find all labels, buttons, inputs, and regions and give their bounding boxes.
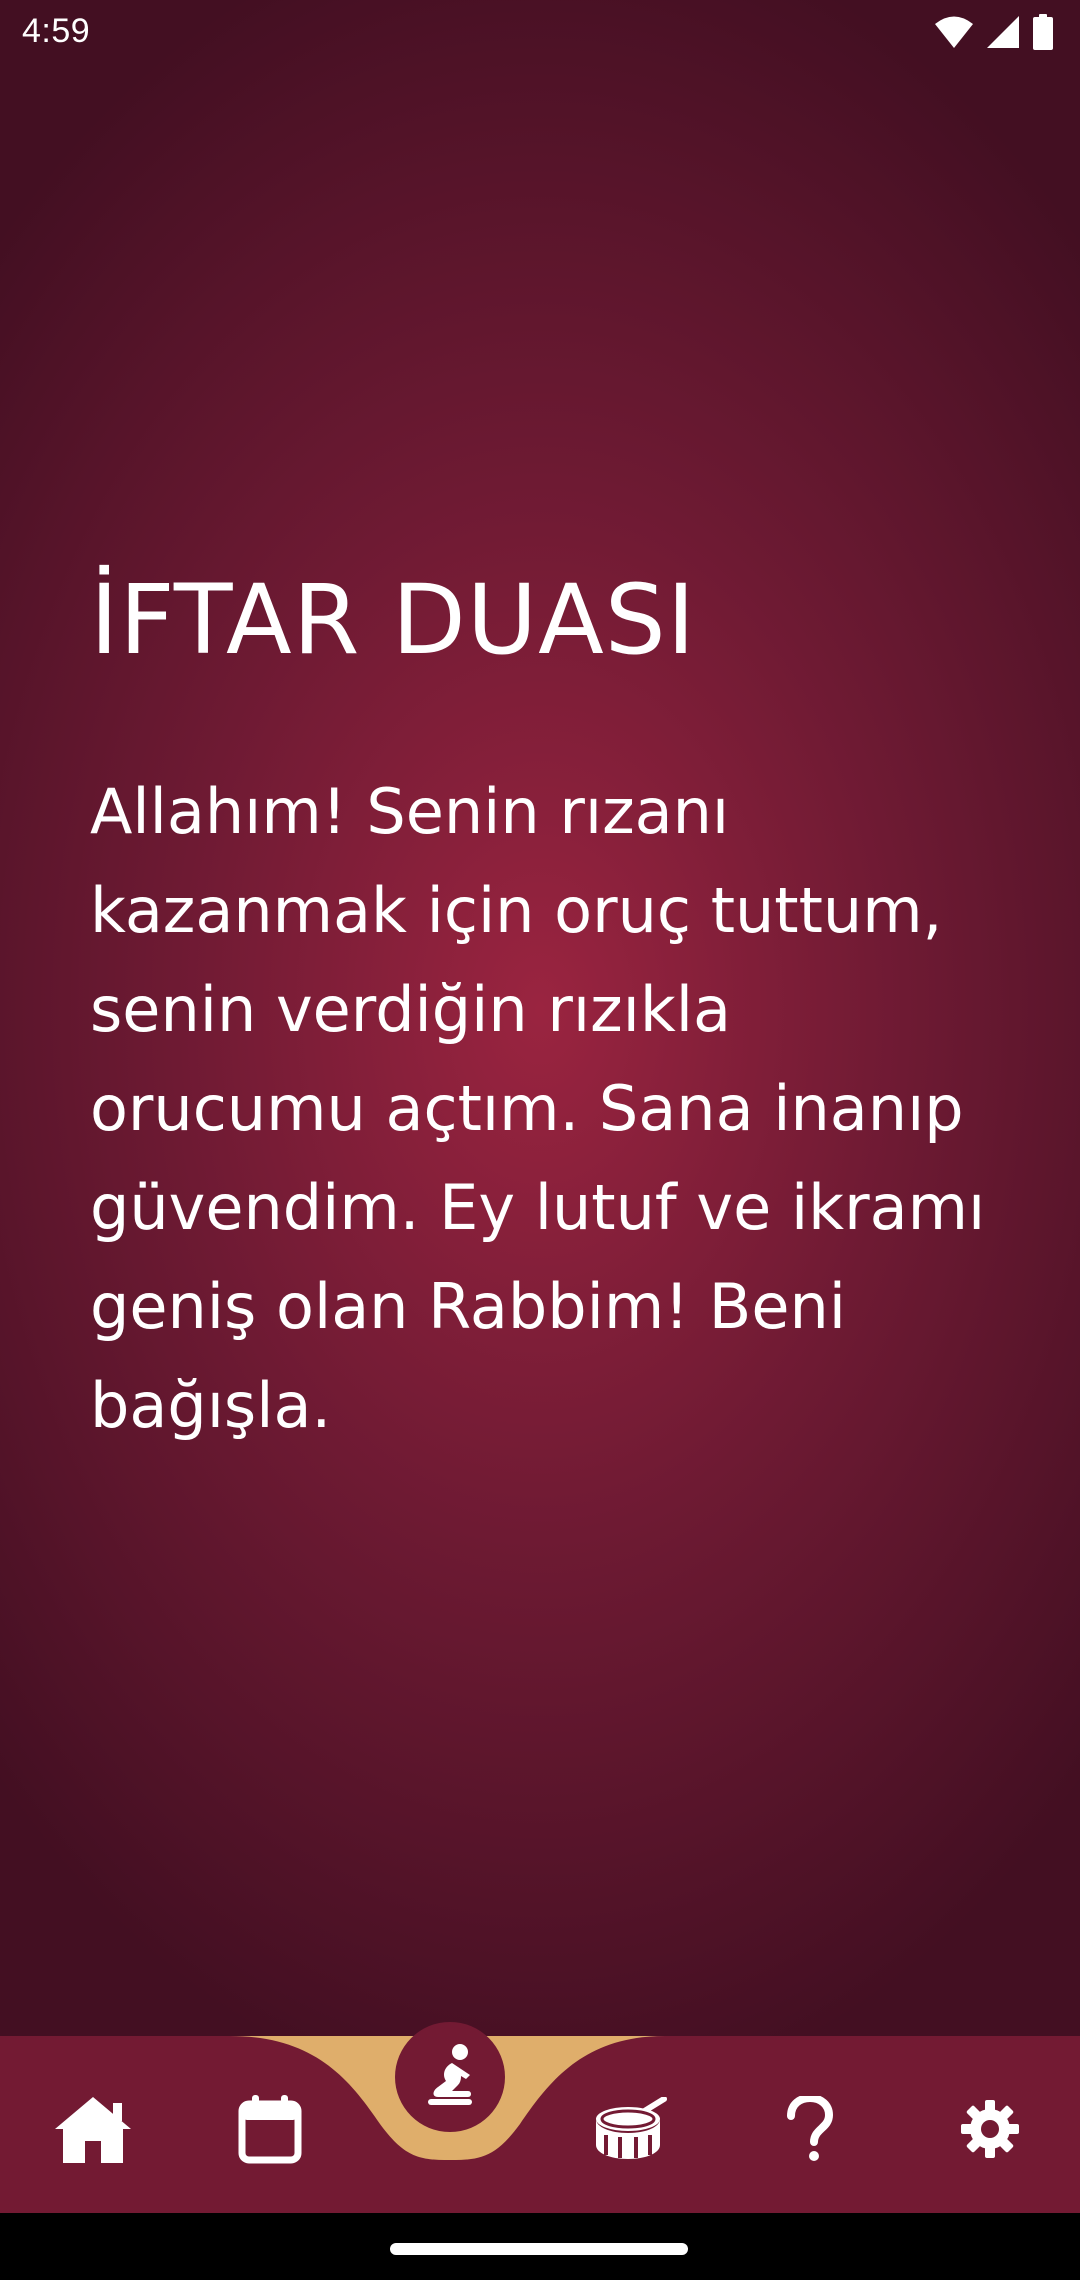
bottom-navigation — [0, 2022, 1080, 2213]
prayer-content: İFTAR DUASI Allahım! Senin rızanı kazanm… — [90, 540, 1010, 1455]
battery-icon — [1032, 14, 1054, 54]
status-bar: 4:59 — [0, 0, 1080, 68]
nav-home-button[interactable] — [48, 2086, 138, 2176]
question-mark-icon — [785, 2093, 835, 2166]
nav-help-button[interactable] — [765, 2086, 855, 2176]
prayer-text: Allahım! Senin rızanı kazanmak için oruç… — [90, 775, 986, 1442]
gear-icon — [960, 2099, 1020, 2163]
system-navigation-bar — [0, 2213, 1080, 2280]
signal-icon — [986, 15, 1020, 53]
nav-calendar-button[interactable] — [225, 2086, 315, 2176]
wifi-icon — [934, 15, 974, 53]
page-title: İFTAR DUASI — [90, 564, 697, 676]
nav-active-curve — [230, 2036, 665, 2160]
drum-icon — [592, 2096, 668, 2165]
iftar-prayer-screen: 4:59 İFTAR DUASI Allahım! Senin rızanı k… — [0, 0, 1080, 2280]
status-time: 4:59 — [22, 12, 91, 50]
status-icons — [934, 14, 1054, 54]
nav-settings-button[interactable] — [945, 2086, 1035, 2176]
praying-person-icon — [418, 2043, 482, 2111]
nav-prayer-button[interactable] — [395, 2022, 505, 2132]
home-icon — [53, 2093, 133, 2169]
home-indicator[interactable] — [390, 2243, 688, 2255]
calendar-icon — [238, 2094, 302, 2168]
nav-drum-button[interactable] — [585, 2086, 675, 2176]
